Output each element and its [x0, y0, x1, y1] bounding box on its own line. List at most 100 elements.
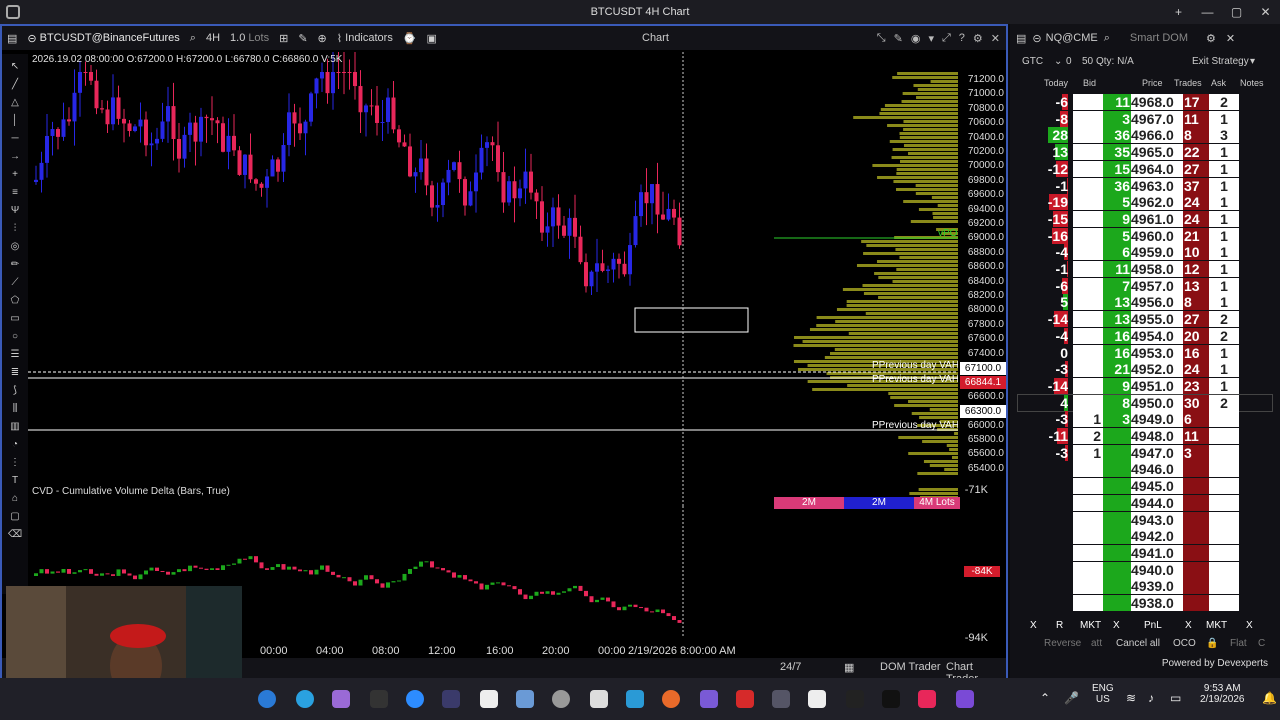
ladder-ask-cell[interactable]: [1209, 561, 1239, 578]
ladder-row[interactable]: -4 6 4959.0 10 1: [1018, 244, 1272, 261]
ladder-bid-cell[interactable]: 1: [1073, 444, 1103, 461]
ladder-bid-cell[interactable]: [1073, 394, 1103, 411]
meter-icon[interactable]: [956, 690, 974, 708]
ladder-ask-cell[interactable]: 1: [1209, 361, 1239, 378]
c-button[interactable]: C: [1258, 638, 1265, 649]
qty2-value[interactable]: 50: [1082, 56, 1093, 67]
ladder-bid-cell[interactable]: [1073, 494, 1103, 511]
ladder-bid-cell[interactable]: [1073, 210, 1103, 227]
maximize-button[interactable]: ▢: [1222, 0, 1251, 24]
volume-icon[interactable]: ♪: [1148, 691, 1154, 705]
vertical-line-icon[interactable]: │: [8, 114, 22, 128]
dom-trader-button[interactable]: DOM Trader: [880, 661, 941, 673]
ladder-ask-cell[interactable]: 1: [1209, 177, 1239, 194]
minimize-button[interactable]: —: [1193, 0, 1222, 24]
notification-icon[interactable]: 🔔: [1262, 691, 1277, 705]
telegram-icon[interactable]: [296, 690, 314, 708]
ladder-ask-cell[interactable]: 1: [1209, 110, 1239, 127]
cursor-tool-icon[interactable]: ↖: [8, 60, 22, 74]
brush-tool-icon[interactable]: ✏: [8, 258, 22, 272]
timeframe-selector[interactable]: 4H: [201, 32, 225, 44]
expand-icon[interactable]: ⤢: [942, 32, 951, 45]
dom-link-icon[interactable]: ⊝: [1032, 32, 1041, 45]
ladder-bid-cell[interactable]: [1073, 194, 1103, 211]
ladder-ask-cell[interactable]: 1: [1209, 244, 1239, 261]
close-button[interactable]: ✕: [1251, 0, 1280, 24]
ladder-row[interactable]: -3 1 3 4949.0 6: [1018, 411, 1272, 428]
footer-mkt-1[interactable]: MKT: [1080, 620, 1101, 631]
calculator-icon[interactable]: [516, 690, 534, 708]
circle-target-icon[interactable]: ◎: [8, 240, 22, 254]
ladder-row[interactable]: -6 11 4968.0 17 2: [1018, 94, 1272, 110]
wifi-icon[interactable]: ≋: [1126, 691, 1136, 705]
ladder-bid-cell[interactable]: [1073, 561, 1103, 578]
footer-pnl[interactable]: PnL: [1144, 620, 1162, 631]
cross-tool-icon[interactable]: +: [8, 168, 22, 182]
ladder-ask-cell[interactable]: 2: [1209, 327, 1239, 344]
text-tool-icon[interactable]: T: [8, 474, 22, 488]
ladder-row[interactable]: 4940.0: [1018, 561, 1272, 578]
tiktok-studio-icon[interactable]: [918, 690, 936, 708]
calendar-icon[interactable]: ▦: [844, 661, 854, 674]
ladder-row[interactable]: -8 3 4967.0 11 1: [1018, 110, 1272, 127]
ladder-bid-cell[interactable]: [1073, 94, 1103, 110]
ladder-row[interactable]: 28 36 4966.0 8 3: [1018, 127, 1272, 144]
ladder-row[interactable]: -3 1 4947.0 3: [1018, 444, 1272, 461]
ray-tool-icon[interactable]: →: [8, 150, 22, 164]
template-icon[interactable]: ▣: [422, 32, 442, 45]
ladder-row[interactable]: -19 5 4962.0 24 1: [1018, 194, 1272, 211]
ladder-row[interactable]: -1 36 4963.0 37 1: [1018, 177, 1272, 194]
session-selector[interactable]: 24/7: [780, 661, 801, 673]
discord-icon[interactable]: [442, 690, 460, 708]
grid-tool-icon[interactable]: ⋮: [8, 456, 22, 470]
indicators-button[interactable]: ⌇ Indicators: [332, 32, 398, 45]
footer-x-1[interactable]: X: [1030, 620, 1037, 631]
ladder-bid-cell[interactable]: [1073, 227, 1103, 244]
ladder-ask-cell[interactable]: [1209, 528, 1239, 545]
rectangle-tool-icon[interactable]: ▭: [8, 312, 22, 326]
help-icon[interactable]: ?: [959, 32, 965, 45]
dom-layout-icon[interactable]: ▤: [1016, 32, 1026, 45]
list-tool-icon[interactable]: ☰: [8, 348, 22, 362]
ladder-ask-cell[interactable]: 1: [1209, 194, 1239, 211]
ladder-ask-cell[interactable]: [1209, 428, 1239, 444]
capcut-icon[interactable]: [370, 690, 388, 708]
ladder-ask-cell[interactable]: 2: [1209, 394, 1239, 411]
price-chart-area[interactable]: PPrevious day VAH PPrevious day VAH PPrevi…: [28, 52, 958, 508]
ladder-ask-cell[interactable]: 2: [1209, 94, 1239, 110]
ladder-row[interactable]: -16 5 4960.0 21 1: [1018, 227, 1272, 244]
exit-strategy-select[interactable]: Exit Strategy: [1192, 56, 1249, 67]
settings-icon[interactable]: ⚙: [973, 32, 983, 45]
ladder-row[interactable]: -14 13 4955.0 27 2: [1018, 311, 1272, 328]
pencil-icon[interactable]: ✎: [894, 32, 903, 45]
ladder-ask-cell[interactable]: 3: [1209, 127, 1239, 144]
firefox-icon[interactable]: [662, 690, 680, 708]
ladder-ask-cell[interactable]: [1209, 595, 1239, 611]
ladder-row[interactable]: 4946.0: [1018, 461, 1272, 478]
tiktok-icon[interactable]: [882, 690, 900, 708]
new-window-button[interactable]: +: [1164, 0, 1193, 24]
ladder-ask-cell[interactable]: [1209, 544, 1239, 561]
dom-close-icon[interactable]: ✕: [1226, 32, 1235, 45]
align-tool-icon[interactable]: ≣: [8, 366, 22, 380]
ladder-ask-cell[interactable]: 1: [1209, 261, 1239, 277]
footer-r[interactable]: R: [1056, 620, 1063, 631]
dom-search-icon[interactable]: ⌕: [1104, 32, 1110, 45]
ladder-ask-cell[interactable]: [1209, 411, 1239, 428]
ladder-ask-cell[interactable]: 2: [1209, 311, 1239, 328]
ladder-row[interactable]: 4939.0: [1018, 578, 1272, 595]
active-app-icon[interactable]: [626, 690, 644, 708]
search-icon[interactable]: ⌕: [185, 32, 201, 45]
ladder-bid-cell[interactable]: [1073, 361, 1103, 378]
chart-type-icon[interactable]: ⊞: [274, 32, 293, 45]
lock-icon[interactable]: 🔒: [1206, 638, 1218, 649]
ladder-row[interactable]: -15 9 4961.0 24 1: [1018, 210, 1272, 227]
ladder-row[interactable]: 4942.0: [1018, 528, 1272, 545]
ladder-bid-cell[interactable]: [1073, 478, 1103, 495]
ladder-row[interactable]: 5 13 4956.0 8 1: [1018, 294, 1272, 311]
ladder-bid-cell[interactable]: [1073, 294, 1103, 311]
ladder-row[interactable]: -6 7 4957.0 13 1: [1018, 277, 1272, 294]
ladder-ask-cell[interactable]: [1209, 444, 1239, 461]
ladder-bid-cell[interactable]: [1073, 127, 1103, 144]
footer-x-3[interactable]: X: [1185, 620, 1192, 631]
